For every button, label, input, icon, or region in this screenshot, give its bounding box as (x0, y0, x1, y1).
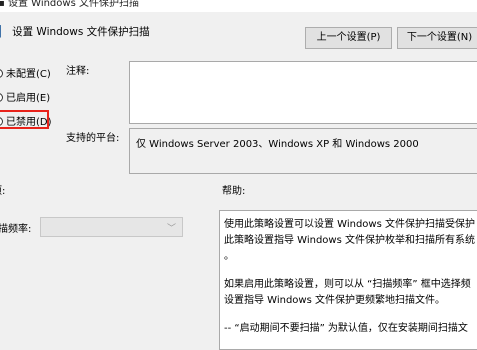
help-line: 此策略设置指导 Windows 文件保护枚举和扫描所有系统 (224, 235, 475, 246)
policy-icon: ▏ (0, 26, 9, 38)
supported-platform-label: 支持的平台: (66, 133, 120, 144)
policy-title: ▏ 设置 Windows 文件保护扫描 (0, 26, 150, 38)
help-line: 使用此策略设置可以设置 Windows 文件保护扫描受保护 (224, 219, 475, 230)
title-bar: ▪ 设置 Windows 文件保护扫描 (0, 0, 477, 12)
radio-not-configured[interactable]: 未配置(C) (0, 65, 51, 80)
help-line: 。 (224, 251, 234, 262)
previous-setting-button[interactable]: 上一个设置(P) (305, 27, 392, 49)
window-title: ▪ 设置 Windows 文件保护扫描 (0, 0, 139, 9)
radio-indicator (0, 93, 3, 102)
app-icon: ▪ (0, 0, 5, 9)
comment-field[interactable] (129, 61, 477, 124)
help-line: 设置指导 Windows 文件保护更频繁地扫描文件。 (224, 295, 445, 306)
help-line: -- “启动期间不要扫描” 为默认值，仅在安装期间扫描文 (224, 323, 468, 334)
help-line: 如果启用此策略设置，则可以从 “扫描频率” 框中选择频 (224, 279, 471, 290)
help-text-box[interactable]: 使用此策略设置可以设置 Windows 文件保护扫描受保护 此策略设置指导 Wi… (219, 210, 477, 350)
comment-label: 注释: (66, 66, 90, 77)
options-label: 项: (0, 186, 6, 197)
next-setting-button[interactable]: 下一个设置(N) (397, 27, 477, 49)
help-label: 帮助: (222, 186, 246, 197)
scan-frequency-select[interactable]: ﹀ (40, 217, 183, 237)
scan-frequency-label: 描频率: (0, 224, 32, 235)
selection-highlight (0, 110, 49, 129)
radio-indicator (0, 69, 3, 78)
chevron-down-icon: ﹀ (166, 224, 176, 234)
radio-enabled[interactable]: 已启用(E) (0, 89, 50, 104)
supported-platform-field: 仅 Windows Server 2003、Windows XP 和 Windo… (129, 128, 477, 174)
